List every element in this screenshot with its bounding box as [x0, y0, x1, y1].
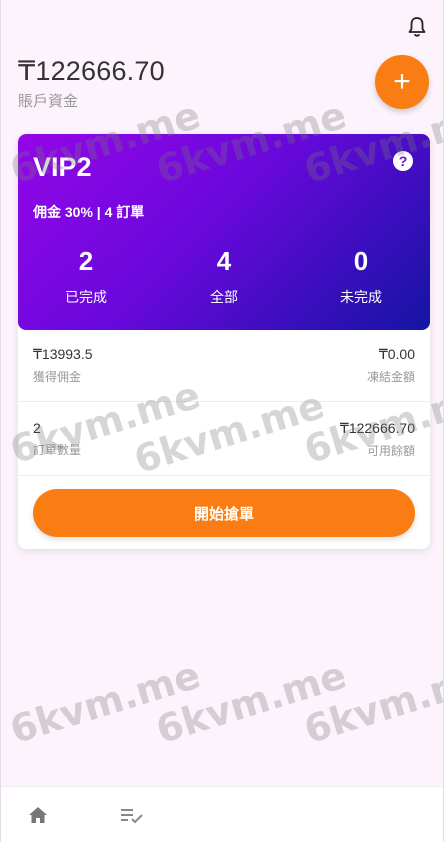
home-icon[interactable]	[26, 805, 50, 825]
order-count-value: 2	[33, 420, 41, 436]
stat-total: 4 全部	[164, 246, 284, 307]
available-balance-label: 可用餘額	[366, 444, 415, 458]
order-count: 2 訂單數量	[33, 420, 81, 458]
order-count-label: 訂單數量	[33, 443, 82, 457]
stat-value: 4	[216, 246, 232, 276]
detail-row: ₸13993.5 獲得佣金 ₸0.00 凍結金額	[18, 332, 430, 402]
frozen-amount-value: ₸0.00	[378, 346, 415, 362]
vip-level: VIP2	[33, 152, 92, 182]
bell-icon[interactable]	[407, 16, 427, 38]
summary-card: VIP2 ? 佣金 30% | 4 訂單 2 已完成 4 全部 0 未完成 ₸1…	[18, 134, 430, 549]
vip-panel: VIP2 ? 佣金 30% | 4 訂單 2 已完成 4 全部 0 未完成	[18, 134, 430, 330]
add-button[interactable]: +	[375, 55, 429, 109]
stat-label: 已完成	[65, 289, 107, 305]
list-check-icon[interactable]	[120, 805, 144, 825]
available-balance: ₸122666.70 可用餘額	[340, 420, 415, 459]
frozen-amount: ₸0.00 凍結金額	[367, 346, 415, 385]
frozen-amount-label: 凍結金額	[366, 370, 415, 384]
stat-value: 2	[78, 246, 94, 276]
stat-label: 未完成	[340, 289, 382, 305]
available-balance-value: ₸122666.70	[339, 420, 415, 436]
earned-commission-value: ₸13993.5	[33, 346, 93, 362]
stat-incomplete: 0 未完成	[301, 246, 421, 307]
stat-value: 0	[353, 246, 369, 276]
stat-label: 全部	[210, 289, 238, 305]
account-balance-label: 賬戶資金	[18, 93, 79, 110]
earned-commission: ₸13993.5 獲得佣金	[33, 346, 93, 385]
watermark: 6kvm.me	[299, 652, 444, 753]
earned-commission-label: 獲得佣金	[33, 370, 82, 384]
bottom-nav	[1, 786, 443, 842]
watermark: 6kvm.me	[151, 652, 352, 753]
start-grab-button[interactable]: 開始搶單	[33, 489, 415, 537]
account-balance: ₸122666.70	[18, 56, 165, 86]
stat-completed: 2 已完成	[26, 246, 146, 307]
watermark: 6kvm.me	[5, 652, 206, 753]
commission-info: 佣金 30% | 4 訂單	[33, 204, 145, 220]
help-icon[interactable]: ?	[393, 151, 413, 171]
app-frame: ₸122666.70 賬戶資金 + VIP2 ? 佣金 30% | 4 訂單 2…	[0, 0, 444, 842]
detail-row: 2 訂單數量 ₸122666.70 可用餘額	[18, 406, 430, 476]
